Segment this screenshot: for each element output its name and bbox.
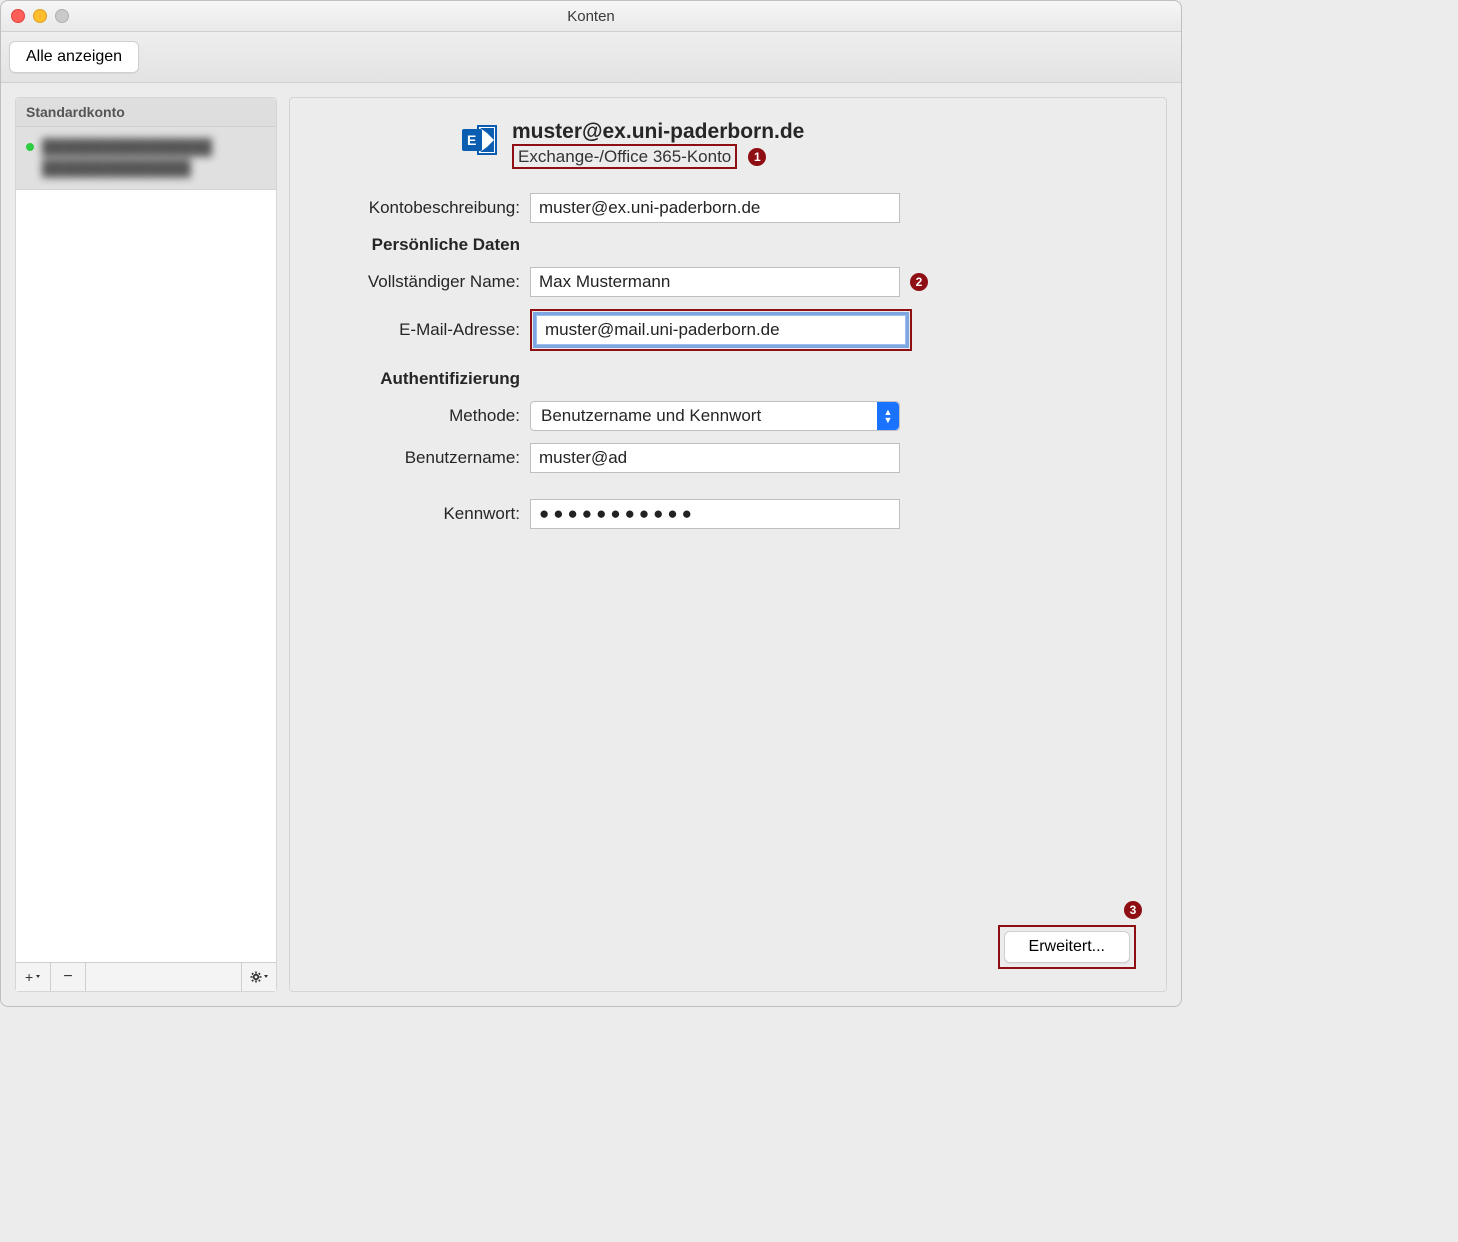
status-online-icon [26, 143, 34, 151]
password-input[interactable]: ●●●●●●●●●●● [530, 499, 900, 529]
exchange-icon: E [460, 120, 500, 160]
annotation-box-2 [530, 309, 912, 351]
sidebar-account-label: ████████████████ ██████████████ [42, 137, 212, 179]
account-detail-panel: E muster@ex.uni-paderborn.de Exchange-/O… [289, 97, 1167, 992]
sidebar-footer: + − [16, 962, 276, 991]
annotation-box-1: Exchange-/Office 365-Konto [512, 144, 737, 169]
svg-text:E: E [467, 132, 476, 148]
accounts-sidebar: Standardkonto ████████████████ █████████… [15, 97, 277, 992]
show-all-button[interactable]: Alle anzeigen [9, 41, 139, 73]
description-input[interactable] [530, 193, 900, 223]
label-username: Benutzername: [320, 448, 520, 468]
row-description: Kontobeschreibung: [320, 193, 1136, 223]
label-fullname: Vollständiger Name: [320, 272, 520, 292]
advanced-button[interactable]: Erweitert... [1004, 931, 1130, 963]
window-title: Konten [1, 8, 1181, 25]
account-header: E muster@ex.uni-paderborn.de Exchange-/O… [460, 120, 1136, 169]
content-area: Standardkonto ████████████████ █████████… [1, 83, 1181, 1006]
sidebar-settings-button[interactable] [241, 963, 276, 991]
row-auth-header: Authentifizierung [320, 369, 1136, 389]
username-input[interactable] [530, 443, 900, 473]
label-email: E-Mail-Adresse: [320, 320, 520, 340]
label-description: Kontobeschreibung: [320, 198, 520, 218]
row-email: E-Mail-Adresse: [320, 309, 1136, 351]
fullname-input[interactable] [530, 267, 900, 297]
row-username: Benutzername: [320, 443, 1136, 473]
method-select-value: Benutzername und Kennwort [531, 406, 877, 426]
chevron-updown-icon: ▲▼ [877, 402, 899, 430]
account-subtitle: Exchange-/Office 365-Konto [518, 147, 731, 166]
section-personal: Persönliche Daten [320, 235, 520, 255]
remove-account-button[interactable]: − [51, 963, 86, 991]
account-title: muster@ex.uni-paderborn.de [512, 120, 804, 144]
titlebar: Konten [1, 1, 1181, 32]
annotation-badge-2: 2 [910, 273, 928, 291]
sidebar-account-default[interactable]: ████████████████ ██████████████ [16, 127, 276, 190]
detail-footer: 3 Erweitert... [320, 925, 1136, 969]
annotation-badge-1: 1 [748, 148, 766, 166]
row-personal-header: Persönliche Daten [320, 235, 1136, 255]
account-form: Kontobeschreibung: Persönliche Daten Vol… [320, 193, 1136, 529]
sidebar-header: Standardkonto [16, 98, 276, 127]
add-account-button[interactable]: + [16, 963, 51, 991]
accounts-window: Konten Alle anzeigen Standardkonto █████… [0, 0, 1182, 1007]
svg-text:+: + [25, 970, 33, 984]
email-input[interactable] [536, 315, 906, 345]
toolbar: Alle anzeigen [1, 32, 1181, 83]
section-auth: Authentifizierung [320, 369, 520, 389]
row-method: Methode: Benutzername und Kennwort ▲▼ [320, 401, 1136, 431]
row-fullname: Vollständiger Name: 2 [320, 267, 1136, 297]
label-method: Methode: [320, 406, 520, 426]
label-password: Kennwort: [320, 504, 520, 524]
annotation-box-3: 3 Erweitert... [998, 925, 1136, 969]
row-password: Kennwort: ●●●●●●●●●●● [320, 499, 1136, 529]
sidebar-body [16, 190, 276, 962]
method-select[interactable]: Benutzername und Kennwort ▲▼ [530, 401, 900, 431]
annotation-badge-3: 3 [1124, 901, 1142, 919]
gear-icon [249, 970, 269, 984]
